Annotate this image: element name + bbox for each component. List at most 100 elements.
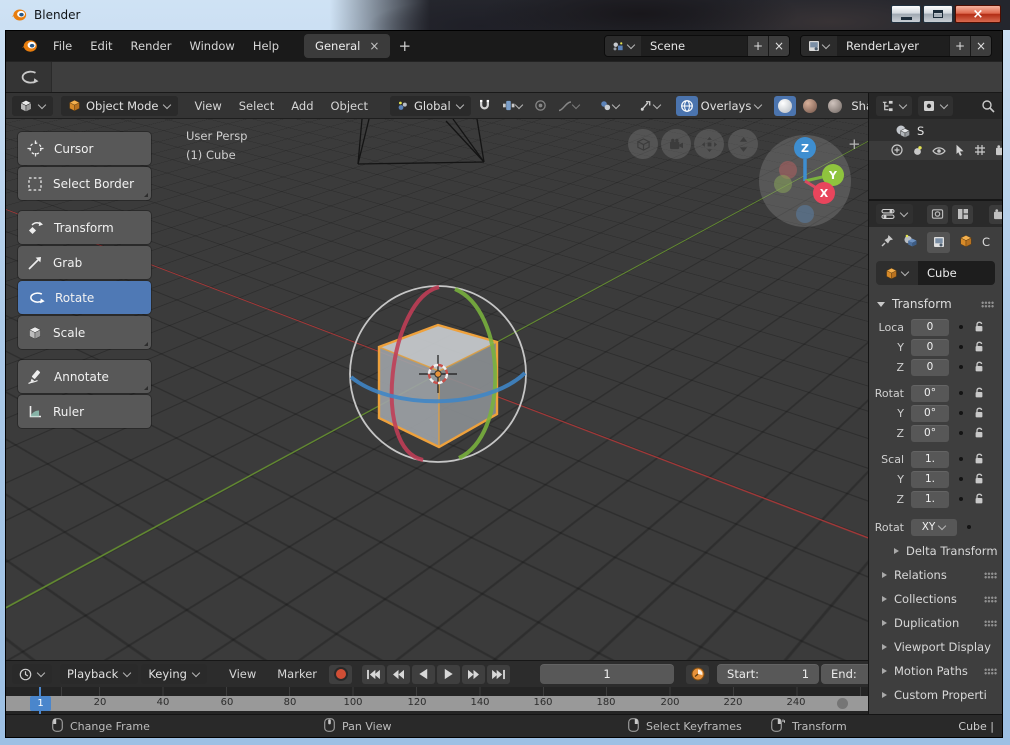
mode-dropdown[interactable]: Object Mode — [61, 95, 179, 116]
rotation-z-field[interactable]: 0° — [911, 424, 949, 442]
tool-ruler[interactable]: Ruler — [18, 395, 151, 428]
panel-drag-handle[interactable] — [981, 300, 994, 308]
proportional-editing-icon[interactable] — [530, 96, 551, 116]
active-tool-rotate-icon[interactable] — [6, 62, 52, 92]
playhead-frame-label[interactable]: 1 — [30, 696, 51, 711]
lock-icon[interactable] — [973, 321, 985, 333]
object-name-field[interactable]: Cube — [918, 261, 995, 285]
scroll-jump-icon[interactable] — [837, 698, 848, 709]
animate-dot[interactable] — [959, 345, 963, 349]
animate-dot[interactable] — [959, 477, 963, 481]
lock-icon[interactable] — [973, 407, 985, 419]
navigation-gizmo[interactable]: Z Y X — [759, 135, 851, 227]
snap-target-dropdown[interactable] — [498, 96, 527, 116]
auto-keyframe-record-button[interactable] — [329, 664, 353, 684]
menu-select[interactable]: Select — [232, 97, 281, 115]
panel-drag-handle[interactable] — [984, 571, 997, 579]
animate-dot[interactable] — [959, 497, 963, 501]
timeline-ruler[interactable]: 20 40 60 80 100 120 140 160 180 200 220 … — [6, 687, 868, 714]
menu-file[interactable]: File — [44, 36, 81, 56]
current-frame-field[interactable]: 1 — [540, 664, 675, 684]
outliner-editor-type-button[interactable] — [876, 96, 912, 116]
panel-motion-paths[interactable]: Motion Paths — [869, 659, 1002, 683]
object-data-tab-icon[interactable] — [927, 231, 950, 253]
location-y-field[interactable]: 0 — [911, 338, 949, 356]
scale-z-field[interactable]: 1. — [911, 490, 949, 508]
scene-collection-row[interactable]: S — [869, 121, 1002, 141]
previous-keyframe-button[interactable] — [387, 664, 411, 684]
lock-icon[interactable] — [973, 387, 985, 399]
object-crumb-icon[interactable] — [959, 234, 973, 251]
search-icon[interactable] — [981, 99, 995, 113]
lock-icon[interactable] — [973, 427, 985, 439]
menu-view[interactable]: View — [187, 97, 228, 115]
close-button[interactable]: × — [955, 5, 1001, 23]
tool-scale[interactable]: Scale — [18, 316, 151, 349]
gizmo-axis-z[interactable]: Z — [794, 137, 816, 159]
add-workspace-button[interactable]: + — [390, 37, 419, 55]
gizmo-axis-z-negative[interactable] — [796, 205, 814, 223]
panel-custom-properties[interactable]: Custom Properti — [869, 683, 1002, 707]
scale-x-field[interactable]: 1. — [911, 450, 949, 468]
scene-unlink-button[interactable]: × — [768, 36, 789, 56]
timeline-editor-type-button[interactable] — [12, 664, 52, 684]
camera-view-button[interactable] — [661, 129, 691, 159]
play-reverse-button[interactable] — [412, 664, 436, 684]
scale-y-field[interactable]: 1. — [911, 470, 949, 488]
panel-drag-handle[interactable] — [984, 595, 997, 603]
transform-orientation-dropdown[interactable]: Global — [389, 95, 471, 116]
view-layer-name[interactable]: RenderLayer — [837, 39, 949, 53]
shading-material-button[interactable] — [799, 96, 821, 116]
scene-add-button[interactable]: + — [747, 36, 768, 56]
frame-start-field[interactable]: Start: 1 — [717, 664, 820, 684]
lock-icon[interactable] — [973, 473, 985, 485]
pan-view-button[interactable] — [694, 129, 724, 159]
outliner-filter-button[interactable] — [918, 96, 953, 116]
animate-dot[interactable] — [959, 365, 963, 369]
menu-timeline-view[interactable]: View — [220, 664, 265, 684]
visibility-eye-icon[interactable] — [932, 141, 946, 160]
jump-to-start-button[interactable] — [362, 664, 386, 684]
animate-dot[interactable] — [959, 431, 963, 435]
scene-browse-button[interactable] — [605, 36, 641, 56]
lock-icon[interactable] — [973, 341, 985, 353]
perspective-toggle-button[interactable] — [628, 129, 658, 159]
shading-popover-label[interactable]: Sha — [851, 99, 868, 113]
gizmo-axis-x[interactable]: X — [813, 182, 835, 204]
zoom-view-button[interactable] — [728, 129, 758, 159]
tool-grab[interactable]: Grab — [18, 246, 151, 279]
shading-solid-button[interactable] — [774, 95, 797, 116]
view-layer-unlink-button[interactable]: × — [970, 36, 991, 56]
tab-view-layer[interactable] — [989, 204, 1002, 224]
menu-object[interactable]: Object — [324, 97, 375, 115]
titlebar[interactable]: Blender × — [0, 0, 1010, 30]
jump-to-end-button[interactable] — [487, 664, 511, 684]
workspace-tab-close-icon[interactable]: × — [369, 40, 379, 52]
play-button[interactable] — [437, 664, 461, 684]
snap-toggle-magnet-icon[interactable] — [474, 96, 495, 116]
lock-icon[interactable] — [973, 453, 985, 465]
gizmo-dropdown[interactable] — [635, 96, 665, 116]
frame-number-band[interactable]: 20 40 60 80 100 120 140 160 180 200 220 … — [6, 696, 868, 711]
panel-drag-handle[interactable] — [984, 667, 997, 675]
tool-annotate[interactable]: Annotate — [18, 360, 151, 393]
panel-drag-handle[interactable] — [984, 619, 997, 627]
object-browse-button[interactable] — [876, 261, 918, 285]
rotation-mode-dropdown[interactable]: XY — [911, 518, 957, 536]
scene-name[interactable]: Scene — [641, 39, 747, 53]
editor-type-button[interactable] — [12, 95, 53, 116]
transform-panel-header[interactable]: Transform — [869, 291, 1002, 317]
lock-icon[interactable] — [973, 361, 985, 373]
tool-rotate[interactable]: Rotate — [18, 281, 151, 314]
pin-icon[interactable] — [881, 234, 894, 250]
shading-rendered-button[interactable] — [824, 96, 846, 116]
viewport-3d[interactable]: User Persp (1) Cube Cursor Select Border… — [6, 119, 868, 660]
blender-menu-logo-icon[interactable] — [14, 39, 44, 53]
animate-dot[interactable] — [959, 391, 963, 395]
tool-select-border[interactable]: Select Border — [18, 167, 151, 200]
view-layer-add-button[interactable]: + — [949, 36, 970, 56]
overlays-globe-icon[interactable] — [675, 95, 698, 116]
location-z-field[interactable]: 0 — [911, 358, 949, 376]
scene-crumb-icon[interactable] — [903, 234, 918, 250]
tool-transform[interactable]: Transform — [18, 211, 151, 244]
